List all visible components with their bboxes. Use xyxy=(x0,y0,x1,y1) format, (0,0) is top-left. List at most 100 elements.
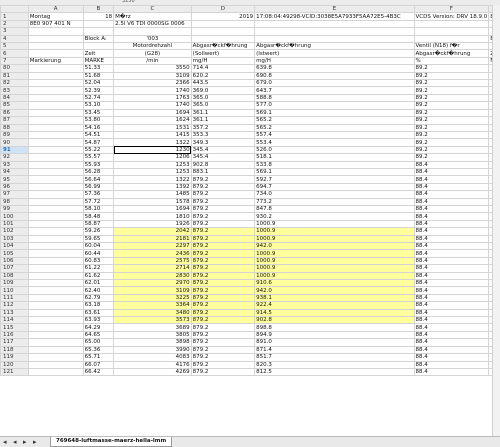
row-header[interactable]: 94 xyxy=(0,167,29,177)
cell[interactable]: 63.18 xyxy=(82,301,115,310)
row-header[interactable]: 105 xyxy=(0,249,29,258)
cell[interactable]: 58.87 xyxy=(82,219,115,229)
cell[interactable]: 1253 xyxy=(113,167,192,177)
cell[interactable]: 879.2 xyxy=(190,182,256,192)
cell[interactable]: 59.65 xyxy=(82,234,115,244)
cell[interactable]: 89.2 xyxy=(413,138,490,147)
cell[interactable] xyxy=(27,49,84,58)
cell[interactable]: 88.4 xyxy=(413,160,490,169)
cell[interactable]: 89.2 xyxy=(413,93,490,103)
cell[interactable]: 2366 xyxy=(113,79,192,88)
cell[interactable]: 1000.9 xyxy=(254,264,415,273)
cell[interactable]: 533.8 xyxy=(254,160,415,169)
cell[interactable]: 89.2 xyxy=(413,130,490,140)
cell[interactable]: 942.0 xyxy=(254,286,415,295)
cell[interactable]: 879.2 xyxy=(190,338,256,347)
cell[interactable]: 88.4 xyxy=(413,279,490,288)
row-header[interactable]: 107 xyxy=(0,264,29,273)
cell[interactable]: 56.28 xyxy=(82,167,115,177)
cell[interactable] xyxy=(27,279,84,288)
cell[interactable]: 56.64 xyxy=(82,175,115,184)
next-sheet-icon[interactable]: ▸ xyxy=(23,438,27,446)
cell[interactable]: 51.68 xyxy=(82,71,115,81)
cell[interactable]: 345.4 xyxy=(190,153,256,162)
cell[interactable]: 89.2 xyxy=(413,79,490,88)
cell[interactable]: 879.2 xyxy=(190,197,256,206)
cell[interactable]: 1531 xyxy=(113,123,192,132)
cell[interactable]: 812.5 xyxy=(254,367,415,377)
cell[interactable]: 88.4 xyxy=(413,256,490,266)
cell[interactable]: 3689 xyxy=(113,323,192,332)
cell[interactable]: 63.93 xyxy=(82,316,115,325)
row-header[interactable]: 118 xyxy=(0,345,29,355)
cell[interactable]: 1392 xyxy=(113,182,192,192)
cell[interactable]: 3898 xyxy=(113,338,192,347)
cell[interactable]: 88.4 xyxy=(413,308,490,318)
cell[interactable]: MARKE xyxy=(82,56,115,66)
cell[interactable]: 518.1 xyxy=(254,153,415,162)
cell[interactable]: 1000.9 xyxy=(254,256,415,266)
row-header[interactable]: 4 xyxy=(0,34,29,44)
column-header-f[interactable]: F xyxy=(413,4,490,14)
cell[interactable]: 3550 xyxy=(113,64,192,73)
vertical-scrollbar[interactable] xyxy=(492,5,500,436)
cell[interactable]: 60.04 xyxy=(82,241,115,251)
cell[interactable] xyxy=(27,197,84,206)
cell[interactable]: 349.3 xyxy=(190,138,256,147)
cell[interactable] xyxy=(82,19,115,29)
row-header[interactable]: 102 xyxy=(0,227,29,236)
row-header[interactable]: 110 xyxy=(0,286,29,295)
cell[interactable] xyxy=(27,212,84,221)
cell[interactable]: 88.4 xyxy=(413,249,490,258)
cell[interactable] xyxy=(27,256,84,266)
column-header-c[interactable]: C xyxy=(113,4,192,14)
cell[interactable] xyxy=(27,190,84,199)
cell[interactable]: 57.36 xyxy=(82,190,115,199)
row-header[interactable]: 117 xyxy=(0,338,29,347)
cell[interactable]: 694.7 xyxy=(254,182,415,192)
prev-sheet-icon[interactable]: ◂ xyxy=(13,438,17,446)
cell[interactable]: 17:08:04:49298-VCID:3038E5A7933F5AA72E5-… xyxy=(254,12,415,21)
cell[interactable]: 58.48 xyxy=(82,212,115,221)
cell[interactable]: 58.10 xyxy=(82,204,115,214)
cell[interactable]: 1000.9 xyxy=(254,271,415,281)
cell[interactable]: 1253 xyxy=(113,160,192,169)
cell[interactable]: VCDS Version: DRV 18.9.0 xyxy=(413,12,490,21)
row-header[interactable]: 89 xyxy=(0,130,29,140)
cell[interactable] xyxy=(27,160,84,169)
cell[interactable]: 879.2 xyxy=(190,190,256,199)
cell[interactable]: 879.2 xyxy=(190,204,256,214)
cell[interactable]: 910.6 xyxy=(254,279,415,288)
cell[interactable]: 879.2 xyxy=(190,271,256,281)
row-header[interactable]: 106 xyxy=(0,256,29,266)
cell[interactable]: 879.2 xyxy=(190,175,256,184)
cell[interactable]: 369.0 xyxy=(190,86,256,95)
cell[interactable] xyxy=(27,367,84,377)
row-header[interactable]: 81 xyxy=(0,71,29,81)
cell[interactable]: 361.1 xyxy=(190,108,256,118)
cell[interactable]: 1000.9 xyxy=(254,219,415,229)
cell[interactable]: 879.2 xyxy=(190,279,256,288)
cell[interactable]: 679.0 xyxy=(254,79,415,88)
cell[interactable]: 88.4 xyxy=(413,167,490,177)
cell[interactable]: 357.2 xyxy=(190,123,256,132)
cell[interactable]: 2181 xyxy=(113,234,192,244)
row-header[interactable]: 3 xyxy=(0,27,29,36)
cell[interactable]: 88.4 xyxy=(413,241,490,251)
cell[interactable]: 553.4 xyxy=(254,138,415,147)
cell[interactable]: 89.2 xyxy=(413,71,490,81)
cell[interactable]: 2830 xyxy=(113,271,192,281)
cell[interactable] xyxy=(82,42,115,51)
column-header-e[interactable]: E xyxy=(254,4,415,14)
spreadsheet-grid[interactable]: ABCDEFG 1Montag18M�rz201917:08:04:49298-… xyxy=(0,4,500,377)
cell[interactable] xyxy=(27,34,84,44)
cell[interactable]: mg/H xyxy=(254,56,415,66)
cell[interactable]: 2297 xyxy=(113,241,192,251)
cell[interactable] xyxy=(27,204,84,214)
cell[interactable] xyxy=(27,219,84,229)
cell[interactable]: 89.2 xyxy=(413,145,490,155)
row-header[interactable]: 83 xyxy=(0,86,29,95)
row-header[interactable]: 101 xyxy=(0,219,29,229)
cell[interactable]: 879.2 xyxy=(190,308,256,318)
cell[interactable]: 3573 xyxy=(113,316,192,325)
